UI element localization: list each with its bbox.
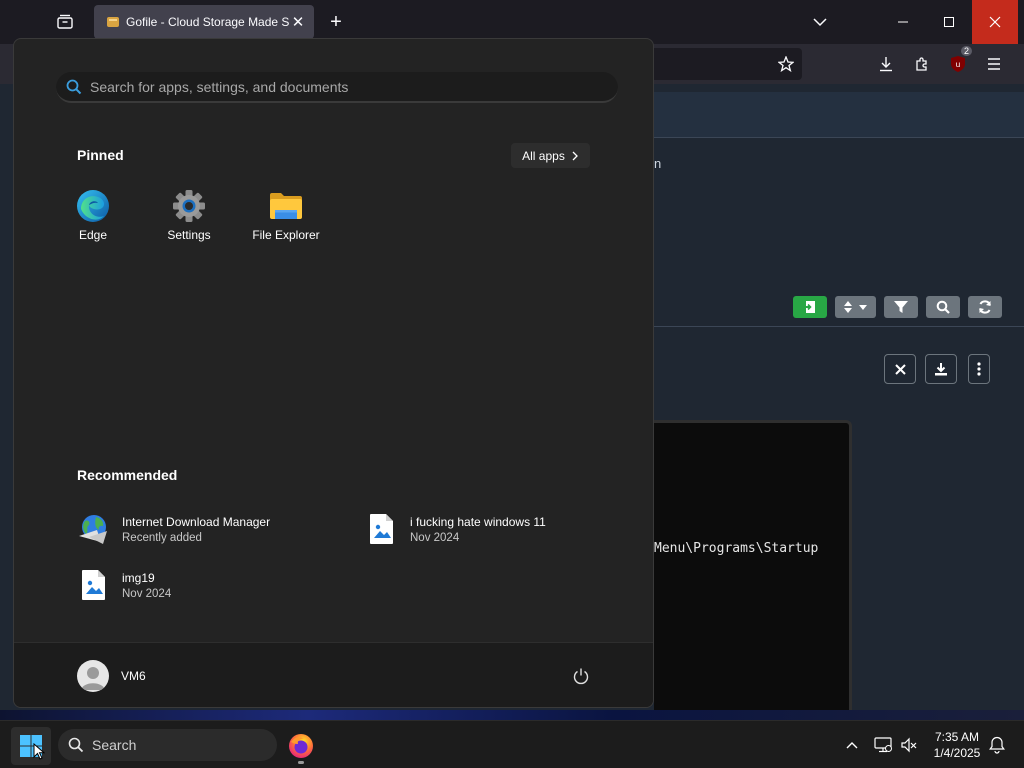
- recommended-name: i fucking hate windows 11: [410, 514, 546, 529]
- tab-list-icon[interactable]: [52, 10, 78, 34]
- taskbar-search-box[interactable]: Search: [58, 729, 277, 761]
- taskbar-app-firefox[interactable]: [282, 727, 320, 765]
- show-hidden-icons-chevron-icon[interactable]: [842, 735, 862, 755]
- clock-time: 7:35 AM: [934, 730, 980, 744]
- browser-tab-gofile[interactable]: Gofile - Cloud Storage Made Si ✕: [94, 5, 314, 39]
- image-file-icon: [365, 512, 399, 546]
- start-menu: Search for apps, settings, and documents…: [13, 38, 654, 708]
- search-icon: [66, 79, 82, 94]
- hamburger-menu-icon[interactable]: [982, 52, 1006, 76]
- power-icon[interactable]: [569, 664, 593, 688]
- recommended-name: Internet Download Manager: [122, 514, 271, 529]
- idm-globe-icon: [77, 512, 111, 546]
- ublock-count-badge: 2: [960, 46, 972, 56]
- firefox-icon: [289, 734, 313, 758]
- import-file-button[interactable]: [793, 296, 827, 318]
- page-partial-text: n: [654, 156, 662, 171]
- folder-icon: [269, 189, 303, 223]
- desktop-wallpaper-strip: [0, 710, 1024, 720]
- user-name[interactable]: VM6: [121, 669, 146, 683]
- pinned-app-file-explorer[interactable]: File Explorer: [238, 189, 334, 255]
- terminal-preview: Menu\Programs\Startup: [654, 420, 852, 720]
- extensions-puzzle-icon[interactable]: [910, 52, 934, 76]
- system-clock[interactable]: 7:35 AM 1/4/2025: [924, 729, 990, 761]
- gofile-favicon-icon: [107, 17, 119, 27]
- recommended-item-image-file[interactable]: i fucking hate windows 11 Nov 2024: [365, 509, 605, 549]
- refresh-button[interactable]: [968, 296, 1002, 318]
- tab-close-icon[interactable]: ✕: [290, 13, 306, 31]
- start-button[interactable]: [11, 727, 51, 765]
- terminal-line: Menu\Programs\Startup: [654, 541, 819, 556]
- recommended-sub: Nov 2024: [410, 531, 460, 544]
- network-icon[interactable]: [873, 735, 893, 755]
- all-apps-button[interactable]: All apps: [511, 143, 590, 168]
- window-close-icon[interactable]: [972, 0, 1018, 44]
- volume-muted-icon[interactable]: [899, 735, 919, 755]
- settings-gear-icon: [172, 189, 206, 223]
- tab-title: Gofile - Cloud Storage Made Si: [126, 15, 290, 29]
- recommended-sub: Recently added: [122, 531, 202, 544]
- clock-date: 1/4/2025: [933, 746, 981, 760]
- pinned-app-edge[interactable]: Edge: [45, 189, 141, 255]
- new-tab-icon[interactable]: +: [324, 10, 348, 34]
- recommended-heading: Recommended: [77, 467, 178, 483]
- bookmark-star-icon[interactable]: [774, 52, 798, 76]
- notifications-bell-icon[interactable]: [987, 735, 1007, 755]
- sort-button[interactable]: [835, 296, 876, 318]
- user-avatar[interactable]: [77, 660, 109, 692]
- mouse-cursor-icon: [33, 743, 45, 760]
- ublock-origin-icon[interactable]: u 2: [946, 46, 972, 76]
- taskbar: Search 7:35 AM 1/4/2025: [0, 720, 1024, 768]
- url-bar[interactable]: [640, 48, 802, 80]
- start-user-bar: VM6: [14, 642, 653, 707]
- search-files-button[interactable]: [926, 296, 960, 318]
- recommended-name: img19: [122, 570, 155, 585]
- page-header-bar: [654, 92, 1024, 138]
- start-search-placeholder: Search for apps, settings, and documents: [90, 78, 349, 95]
- running-indicator: [298, 761, 304, 764]
- chevron-right-icon: [572, 151, 578, 160]
- recommended-sub: Nov 2024: [122, 587, 172, 600]
- start-search-input[interactable]: Search for apps, settings, and documents: [56, 72, 618, 103]
- downloads-icon[interactable]: [874, 52, 898, 76]
- maximize-icon[interactable]: [926, 0, 972, 44]
- pinned-label: File Explorer: [252, 228, 320, 242]
- recommended-item-idm[interactable]: Internet Download Manager Recently added: [77, 509, 317, 549]
- pinned-label: Edge: [78, 228, 108, 242]
- pinned-heading: Pinned: [77, 147, 124, 163]
- search-icon: [68, 737, 84, 753]
- pinned-label: Settings: [167, 228, 211, 242]
- minimize-icon[interactable]: [880, 0, 926, 44]
- more-options-kebab-icon[interactable]: [968, 354, 990, 384]
- cancel-x-button[interactable]: [884, 354, 916, 384]
- pinned-app-settings[interactable]: Settings: [141, 189, 237, 255]
- edge-icon: [76, 189, 110, 223]
- list-all-tabs-icon[interactable]: [797, 0, 843, 44]
- download-file-button[interactable]: [925, 354, 957, 384]
- taskbar-search-label: Search: [92, 737, 137, 753]
- page-divider: [654, 326, 1024, 327]
- image-file-icon: [77, 568, 111, 602]
- recommended-item-img19[interactable]: img19 Nov 2024: [77, 565, 317, 605]
- svg-text:u: u: [956, 60, 960, 69]
- filter-button[interactable]: [884, 296, 918, 318]
- all-apps-label: All apps: [522, 148, 565, 163]
